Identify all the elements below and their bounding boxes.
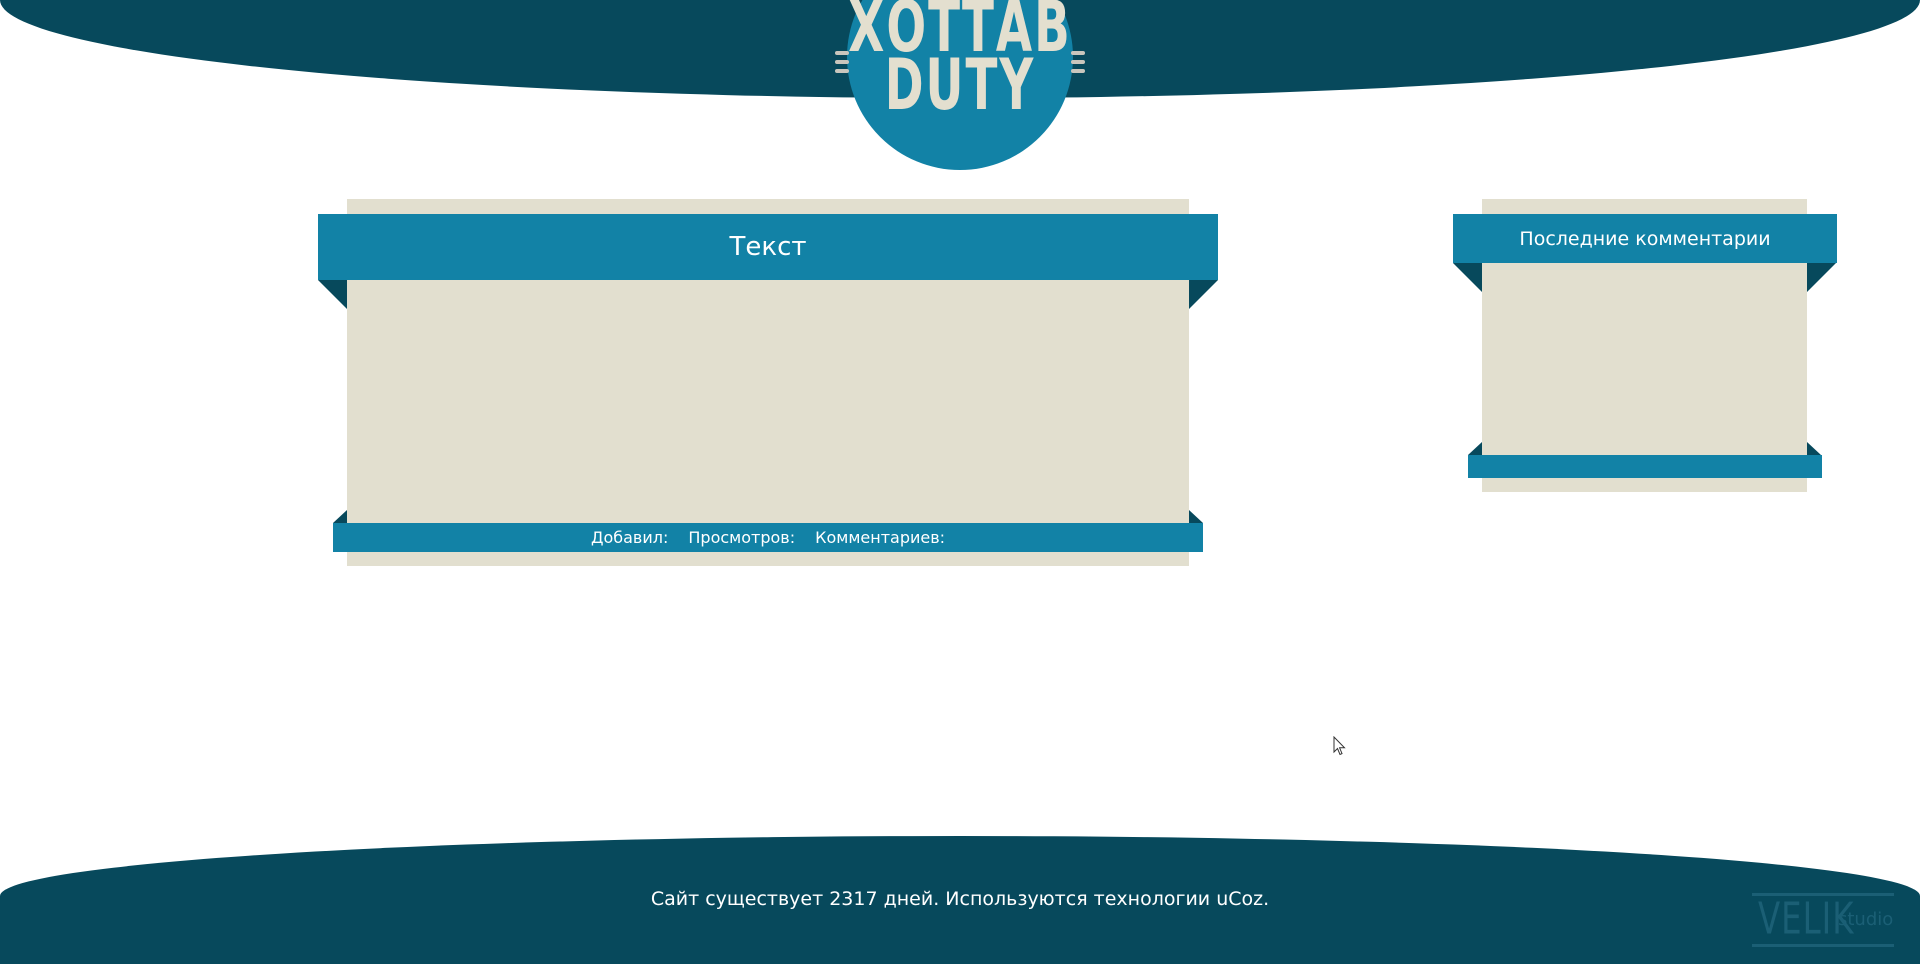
- site-logo[interactable]: ХОТТАВ DUTY: [847, 0, 1073, 170]
- logo-dash-left-3: [835, 69, 849, 73]
- logo-dash-right-1: [1071, 51, 1085, 55]
- logo-text-line2: DUTY: [884, 45, 1036, 127]
- logo-dash-left-2: [835, 60, 849, 64]
- main-title-ribbon: Текст: [318, 214, 1218, 280]
- main-footer-fold-right: [1189, 510, 1203, 523]
- page: ХОТТАВ DUTY Текст Добавил: Просмотров: К…: [0, 0, 1920, 964]
- comments-label[interactable]: Комментариев:: [815, 528, 945, 547]
- views-label: Просмотров:: [688, 528, 796, 547]
- logo-dash-right-3: [1071, 69, 1085, 73]
- studio-logo[interactable]: VELIK studio: [1752, 893, 1894, 949]
- side-footer-fold-left: [1468, 442, 1482, 455]
- logo-dash-right-2: [1071, 60, 1085, 64]
- footer-info-text: Сайт существует 2317 дней. Используются …: [650, 888, 1270, 910]
- main-title-fold-right: [1189, 280, 1218, 309]
- latest-comments-title: Последние комментарии: [1519, 227, 1771, 250]
- side-title-fold-left: [1453, 263, 1482, 292]
- main-title-fold-left: [318, 280, 347, 309]
- main-title[interactable]: Текст: [729, 232, 806, 262]
- latest-comments-ribbon: Последние комментарии: [1453, 214, 1837, 263]
- added-by-label: Добавил:: [590, 528, 669, 547]
- logo-dash-left-1: [835, 51, 849, 55]
- studio-logo-suffix: studio: [1838, 909, 1894, 930]
- studio-logo-bar-bottom: [1752, 944, 1894, 947]
- main-meta-ribbon: Добавил: Просмотров: Комментариев:: [333, 523, 1203, 552]
- side-title-fold-right: [1807, 263, 1836, 292]
- main-footer-fold-left: [333, 510, 347, 523]
- side-footer-fold-right: [1807, 442, 1821, 455]
- latest-comments-footer-ribbon: [1468, 455, 1822, 478]
